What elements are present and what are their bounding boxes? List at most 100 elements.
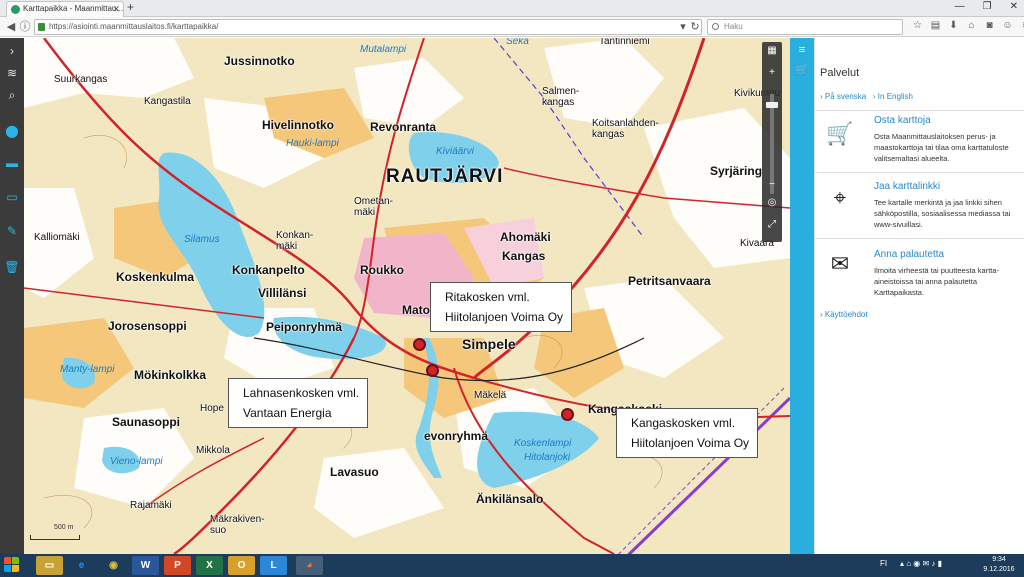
water-label: Mutalampi [360,44,407,55]
lync-icon[interactable]: L [260,556,287,575]
browser-titlebar: Karttapaikka - Maanmittau... ✕ + — ❐ ✕ [0,0,1024,17]
map-tools-sidebar: › ≋ ⌕ ⬤ ▬ ▭ ✎ 🗑 [0,38,24,554]
scale-label: 500 m [54,524,74,531]
water-label: Manty-lampi [60,364,115,375]
place-label: Ometan-mäki [354,196,393,218]
word-icon[interactable]: W [132,556,159,575]
download-icon[interactable]: ⬇ [948,20,959,32]
draw-icon[interactable]: ✎ [3,222,21,240]
link-swedish[interactable]: › På svenska [820,92,866,101]
zoom-slider-handle[interactable] [766,102,778,108]
water-label: Koskenlampi [514,438,572,449]
service-title[interactable]: Anna palautetta [874,249,944,260]
browser-tab[interactable]: Karttapaikka - Maanmittau... ✕ [6,1,124,17]
minimize-icon[interactable]: — [955,1,965,12]
tab-close-icon[interactable]: ✕ [112,2,120,16]
powerpoint-icon[interactable]: P [164,556,191,575]
layers-icon[interactable]: ≋ [3,64,21,82]
callout-kangaskoski: Kangaskosken vml. Hiitolanjoen Voima Oy [616,408,759,458]
ie-icon[interactable]: e [68,556,95,575]
place-label: Hivelinnotko [262,118,335,132]
menu-icon[interactable]: ≡ [794,42,810,58]
address-bar[interactable]: https://asiointi.maanmittauslaitos.fi/ka… [34,19,702,35]
print-icon[interactable]: ▭ [3,188,21,206]
new-tab-icon[interactable]: + [127,0,134,14]
place-label: Revonranta [370,120,437,134]
close-window-icon[interactable]: ✕ [1010,1,1018,12]
feedback-mail-icon: ✉ [830,251,850,276]
zoom-in-icon[interactable]: + [764,66,780,80]
place-label: Kalliomäki [34,232,80,243]
share-link-icon: ⌖ [833,185,847,210]
face-icon[interactable]: ☺ [1002,20,1013,32]
scale-bar [30,535,80,540]
water-label: Hauki-lampi [286,138,339,149]
search-input[interactable]: Haku [707,19,903,35]
map-graphics [24,38,790,554]
chrome-icon[interactable]: ◉ [100,556,127,575]
place-label: Saunasoppi [112,415,181,429]
service-title[interactable]: Jaa karttalinkki [874,181,940,192]
power-plant-marker[interactable] [426,364,439,377]
start-button[interactable] [4,557,21,574]
url-text: https://asiointi.maanmittauslaitos.fi/ka… [49,22,219,31]
pocket-icon[interactable]: ◙ [984,20,995,32]
info-icon[interactable]: ⓘ [18,20,32,34]
tab-title: Karttapaikka - Maanmittau... [23,4,124,13]
place-label: Jussinnotko [224,54,295,68]
explorer-icon[interactable]: ▭ [36,556,63,575]
callout-lahnasenkoski: Lahnasenkosken vml. Vantaan Energia [228,378,369,428]
cart-icon: 🛒 [826,121,854,146]
cart-icon[interactable]: 🛒 [794,62,810,78]
service-feedback[interactable]: ✉ Anna palautetta Ilmoita virheestä tai … [815,238,1024,306]
place-label: Änkilänsalo [476,492,544,506]
map-canvas[interactable]: Suurkangas Jussinnotko Kangastila Hiveli… [24,38,790,554]
power-plant-marker[interactable] [561,408,574,421]
power-plant-marker[interactable] [413,338,426,351]
place-label: Salmen-kangas [542,86,580,108]
place-label: Roukko [360,263,405,277]
water-label: Vieno-lampi [110,456,163,467]
location-pin-icon[interactable]: ⬤ [3,122,21,140]
terms-link[interactable]: › Käyttöehdot [820,310,868,319]
fullscreen-icon[interactable]: ⤢ [764,218,780,232]
basemap-icon[interactable]: ▦ [764,44,780,58]
callout-line: Kangaskosken vml. [631,416,736,430]
zoom-out-icon[interactable]: − [764,178,780,192]
home-icon[interactable]: ⌂ [966,20,977,32]
bookmark-star-icon[interactable]: ☆ [912,20,923,32]
menu-icon[interactable]: ≡ [1020,20,1024,32]
link-english[interactable]: › In English [873,92,913,101]
service-title[interactable]: Osta karttoja [874,115,931,126]
callout-line: Vantaan Energia [243,406,332,420]
place-label: Koitsanlahden-kangas [592,118,659,140]
service-buy-maps[interactable]: 🛒 Osta karttoja Osta Maanmittauslaitokse… [815,110,1024,172]
excel-icon[interactable]: X [196,556,223,575]
firefox-icon[interactable]: ◕ [296,556,323,575]
clipboard-icon[interactable]: ▤ [930,20,941,32]
water-label: Hitolanjoki [524,452,571,463]
tray-language[interactable]: FI [880,559,887,568]
service-share-link[interactable]: ⌖ Jaa karttalinkki Tee kartalle merkintä… [815,172,1024,236]
place-label: Rajamäki [130,500,172,511]
service-desc: Osta Maanmittauslaitoksen perus- ja maas… [874,132,1009,163]
tray-icons[interactable]: ▴ ⌂ ◉ ✉ ♪ ▮ [900,559,942,568]
clock-time: 9:34 [992,556,1006,563]
expand-icon[interactable]: › [3,42,21,60]
measure-icon[interactable]: ▬ [3,154,21,172]
place-label: Kangastila [144,96,191,107]
search-icon[interactable]: ⌕ [3,86,21,104]
callout-line: Lahnasenkosken vml. [243,386,360,400]
window-controls: — ❐ ✕ [955,1,1018,12]
back-icon[interactable]: ◀ [4,20,18,34]
panel-title: Palvelut [820,67,860,79]
callout-ritakoski: Ritakosken vml. Hiitolanjoen Voima Oy [430,282,573,332]
search-placeholder: Haku [724,22,743,31]
outlook-icon[interactable]: O [228,556,255,575]
taskbar-clock[interactable]: 9:34 9.12.2016 [978,555,1020,575]
locate-icon[interactable]: ◎ [764,196,780,210]
trash-icon[interactable]: 🗑 [3,258,21,276]
reload-icon[interactable]: ↻ [688,20,702,34]
maximize-icon[interactable]: ❐ [983,1,992,12]
place-label: Mäkrakiven-suo [210,514,265,536]
